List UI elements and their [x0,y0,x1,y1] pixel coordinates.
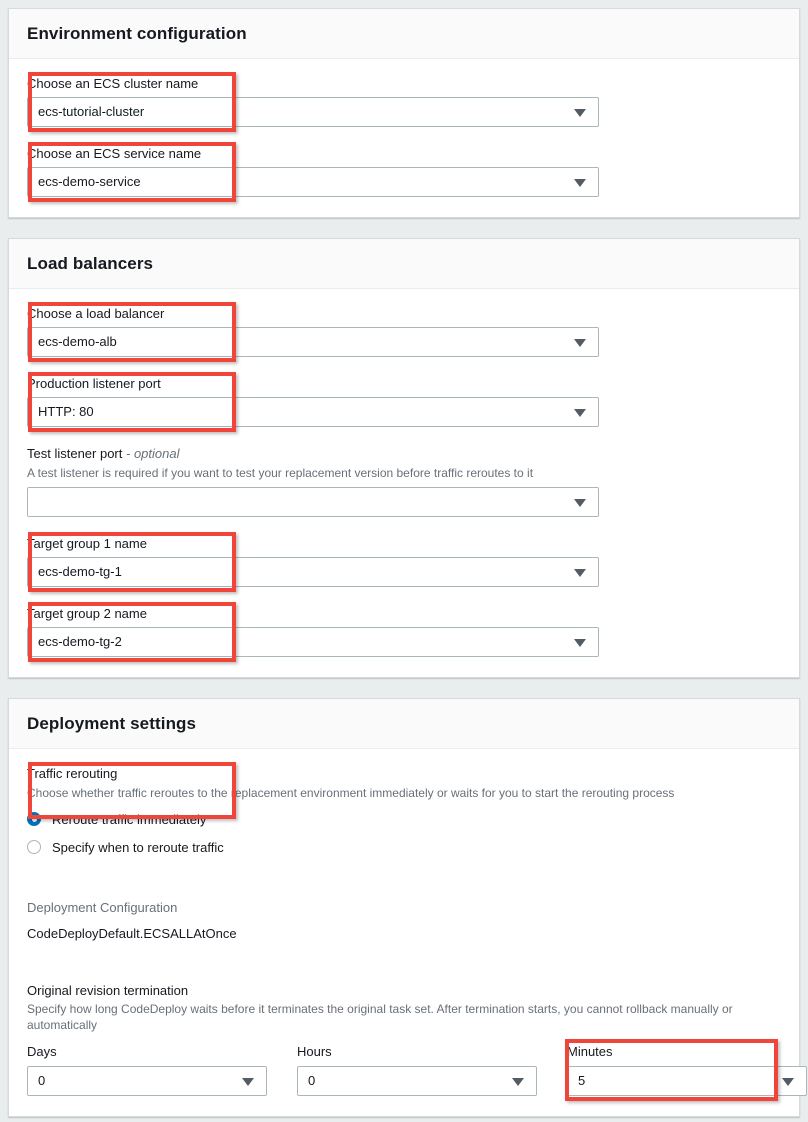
select-value: ecs-tutorial-cluster [38,98,144,126]
field-label: Choose an ECS cluster name [27,75,781,92]
panel-title: Environment configuration [27,24,781,44]
hours-select[interactable]: 0 [297,1066,537,1096]
minutes-select[interactable]: 5 [567,1066,807,1096]
ecs-cluster-name-select[interactable]: ecs-tutorial-cluster [27,97,599,127]
chevron-down-icon [574,639,586,647]
test-listener-port-select[interactable] [27,487,599,517]
field-target-group-1-name: Target group 1 name ecs-demo-tg-1 [27,535,781,587]
chevron-down-icon [574,179,586,187]
chevron-down-icon [574,409,586,417]
field-production-listener-port: Production listener port HTTP: 80 [27,375,781,427]
target-group-1-name-select[interactable]: ecs-demo-tg-1 [27,557,599,587]
select-value: 0 [308,1067,315,1095]
field-original-revision-termination: Original revision termination Specify ho… [27,982,781,1096]
field-load-balancer: Choose a load balancer ecs-demo-alb [27,305,781,357]
field-label: Choose an ECS service name [27,145,781,162]
radio-specify-when-to-reroute[interactable]: Specify when to reroute traffic [27,835,781,859]
field-label-text: Test listener port [27,446,122,461]
field-ecs-cluster-name: Choose an ECS cluster name ecs-tutorial-… [27,75,781,127]
duration-days: Days 0 [27,1043,267,1096]
radio-label: Specify when to reroute traffic [52,839,224,856]
field-ecs-service-name: Choose an ECS service name ecs-demo-serv… [27,145,781,197]
select-value: 5 [578,1067,585,1095]
chevron-down-icon [574,109,586,117]
chevron-down-icon [574,569,586,577]
load-balancer-select[interactable]: ecs-demo-alb [27,327,599,357]
deployment-configuration-value: CodeDeployDefault.ECSALLAtOnce [27,925,781,942]
original-revision-termination-label: Original revision termination [27,982,781,999]
panel-body: Choose a load balancer ecs-demo-alb Prod… [9,289,799,677]
deployment-configuration-label: Deployment Configuration [27,899,781,916]
chevron-down-icon [512,1078,524,1086]
radio-reroute-immediately[interactable]: Reroute traffic immediately [27,807,781,831]
panel-body: Choose an ECS cluster name ecs-tutorial-… [9,59,799,217]
field-label: Test listener port - optional [27,445,781,462]
field-description: A test listener is required if you want … [27,465,781,481]
radio-label: Reroute traffic immediately [52,811,206,828]
duration-row: Days 0 Hours 0 Minut [27,1043,781,1096]
production-listener-port-select[interactable]: HTTP: 80 [27,397,599,427]
optional-suffix: - optional [126,446,179,461]
radio-button-unselected-icon[interactable] [27,840,41,854]
panel-header: Load balancers [9,239,799,289]
panel-title: Deployment settings [27,714,781,734]
field-label: Target group 1 name [27,535,781,552]
select-value: ecs-demo-service [38,168,141,196]
panel-header: Deployment settings [9,699,799,749]
field-label: Days [27,1043,267,1060]
field-test-listener-port: Test listener port - optional A test lis… [27,445,781,517]
chevron-down-icon [782,1078,794,1086]
field-label: Choose a load balancer [27,305,781,322]
panel-environment-configuration: Environment configuration Choose an ECS … [8,8,800,218]
ecs-service-name-select[interactable]: ecs-demo-service [27,167,599,197]
panel-body: Traffic rerouting Choose whether traffic… [9,749,799,1116]
duration-minutes: Minutes 5 [567,1043,807,1096]
field-description: Choose whether traffic reroutes to the r… [27,785,781,801]
target-group-2-name-select[interactable]: ecs-demo-tg-2 [27,627,599,657]
field-target-group-2-name: Target group 2 name ecs-demo-tg-2 [27,605,781,657]
field-deployment-configuration: Deployment Configuration CodeDeployDefau… [27,899,781,942]
duration-hours: Hours 0 [297,1043,537,1096]
select-value: 0 [38,1067,45,1095]
select-value: ecs-demo-alb [38,328,117,356]
field-description: Specify how long CodeDeploy waits before… [27,1001,781,1033]
radio-button-selected-icon[interactable] [27,812,41,826]
chevron-down-icon [574,339,586,347]
chevron-down-icon [574,499,586,507]
deployment-group-form: Environment configuration Choose an ECS … [0,0,808,1122]
field-label: Hours [297,1043,537,1060]
select-value: HTTP: 80 [38,398,94,426]
field-label: Minutes [567,1043,807,1060]
select-value: ecs-demo-tg-2 [38,628,122,656]
panel-deployment-settings: Deployment settings Traffic rerouting Ch… [8,698,800,1117]
panel-load-balancers: Load balancers Choose a load balancer ec… [8,238,800,678]
field-label: Production listener port [27,375,781,392]
panel-header: Environment configuration [9,9,799,59]
days-select[interactable]: 0 [27,1066,267,1096]
field-label: Traffic rerouting [27,765,781,782]
field-traffic-rerouting: Traffic rerouting Choose whether traffic… [27,765,781,859]
field-label: Target group 2 name [27,605,781,622]
panel-title: Load balancers [27,254,781,274]
select-value: ecs-demo-tg-1 [38,558,122,586]
chevron-down-icon [242,1078,254,1086]
